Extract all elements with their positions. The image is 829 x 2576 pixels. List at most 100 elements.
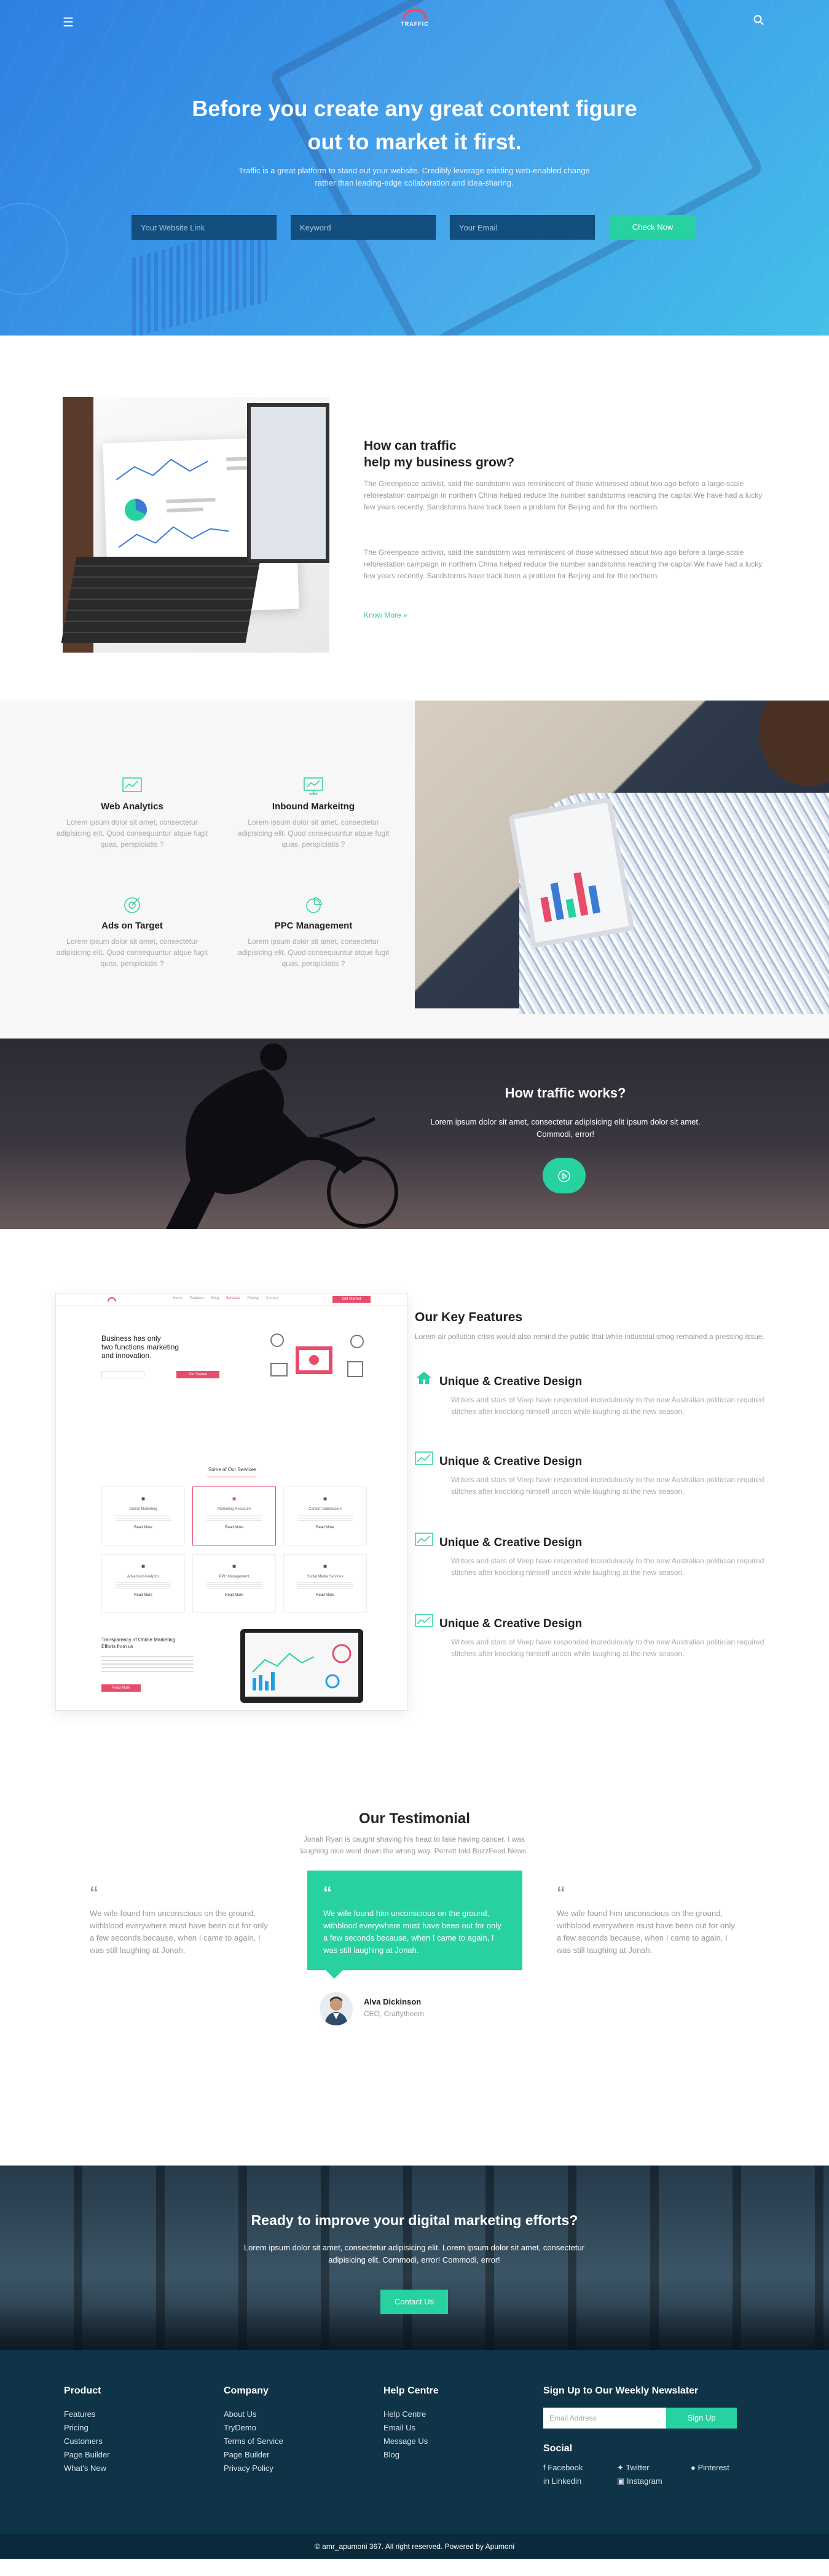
keyword-input[interactable]: Keyword	[291, 215, 436, 240]
footer-link[interactable]: Pricing	[64, 2421, 109, 2435]
chart-area-icon	[415, 1533, 439, 1550]
footer-heading: Company	[224, 2386, 269, 2396]
quote-icon: “	[323, 1883, 332, 1902]
service-text: Lorem ipsum dolor sit amet, consectetur …	[237, 818, 390, 849]
testimonial-intro: Jonah Ryan is caught shaving his head to…	[300, 1835, 528, 1855]
hero-title: Before you create any great content figu…	[192, 96, 637, 154]
social-facebook[interactable]: f Facebook	[543, 2463, 583, 2472]
mockup-hero-title: Business has only two functions marketing…	[101, 1334, 179, 1360]
cta-title: Ready to improve your digital marketing …	[251, 2212, 578, 2228]
chart-area-icon	[415, 1451, 439, 1469]
check-now-button[interactable]: Check Now	[609, 215, 696, 240]
sign-up-button[interactable]: Sign Up	[666, 2408, 737, 2429]
logo[interactable]: TRAFFIC	[393, 9, 436, 27]
card-pointer	[326, 1970, 343, 1979]
website-input[interactable]: Your Website Link	[132, 215, 277, 240]
mockup-service-card: ■ Content Submission Read More	[283, 1486, 367, 1545]
feature-item: Unique & Creative Design Writers and star…	[415, 1533, 784, 1579]
pinterest-icon: ●	[691, 2463, 696, 2472]
testimonial-name: Alva Dickinson	[364, 1997, 422, 2006]
footer-link[interactable]: Page Builder	[224, 2448, 283, 2462]
service-inbound-marketing[interactable]: Inbound Markeitng Lorem ipsum dolor sit …	[237, 777, 390, 850]
service-title: Inbound Markeitng	[272, 801, 355, 812]
email-input[interactable]: Your Email	[450, 215, 595, 240]
search-icon[interactable]	[753, 15, 764, 29]
service-title: Web Analytics	[101, 801, 163, 812]
instagram-icon: ▣	[617, 2476, 625, 2486]
feature-item: Unique & Creative Design Writers and star…	[415, 1614, 784, 1660]
keyboard-graphic	[61, 557, 261, 643]
feature-title: Unique & Creative Design	[439, 1536, 583, 1549]
mockup-logo-icon	[108, 1297, 116, 1302]
testimonial-title: Our Testimonial	[359, 1810, 470, 1827]
features-intro: Lorem air pollution crisis would also re…	[415, 1332, 764, 1341]
social-pinterest[interactable]: ● Pinterest	[691, 2463, 729, 2472]
footer-link[interactable]: Privacy Policy	[224, 2462, 283, 2475]
testimonial-card-2: “ We wife found him unconscious on the g…	[307, 1871, 522, 1979]
footer-heading: Help Centre	[383, 2386, 439, 2396]
grow-section: How can traffic help my business grow? Th…	[0, 336, 829, 701]
newsletter-email-input[interactable]: Email Address	[543, 2408, 666, 2429]
mockup-service-card: ■ Social Media Services Read More	[283, 1554, 367, 1613]
testimonial-section: Our Testimonial Jonah Ryan is caught sha…	[0, 1770, 829, 2166]
hamburger-icon[interactable]: ☰	[63, 15, 74, 30]
feature-text: Writers and stars of Veep have responded…	[451, 1475, 764, 1496]
features-title: Our Key Features	[415, 1310, 523, 1324]
hero-subtitle: Traffic is a great platform to stand out…	[238, 166, 590, 187]
know-more-link[interactable]: Know More »	[364, 611, 407, 619]
play-button[interactable]	[543, 1158, 586, 1193]
facebook-icon: f	[543, 2463, 546, 2472]
mockup-input	[101, 1371, 144, 1378]
footer-newsletter-column: Sign Up to Our Weekly Newslater	[543, 2386, 698, 2408]
quote-icon: “	[90, 1883, 98, 1902]
service-title: Ads on Target	[101, 921, 163, 931]
tablet-photo	[415, 701, 829, 1014]
footer-link[interactable]: Message Us	[383, 2435, 439, 2448]
service-ads-on-target[interactable]: Ads on Target Lorem ipsum dolor sit amet…	[55, 896, 209, 969]
social-twitter[interactable]: ✦ Twitter	[617, 2463, 650, 2473]
footer-link[interactable]: Email Us	[383, 2421, 439, 2435]
footer-product-column: Product Features Pricing Customers Page …	[64, 2386, 109, 2475]
website-mockup: Home Features Blog Services Pricing Cont…	[55, 1293, 409, 1711]
footer-link[interactable]: Customers	[64, 2435, 109, 2448]
mockup-nav-links: Home Features Blog Services Pricing Cont…	[173, 1297, 279, 1300]
mockup-bottom-title: Transparency of Online Marketing Efforts …	[101, 1637, 176, 1649]
testimonial-card-3: “ We wife found him unconscious on the g…	[541, 1871, 756, 1970]
service-text: Lorem ipsum dolor sit amet, consectetur …	[56, 818, 208, 849]
footer: Product Features Pricing Customers Page …	[0, 2350, 829, 2559]
testimonial-quote: We wife found him unconscious on the gro…	[90, 1909, 268, 1955]
service-ppc-management[interactable]: PPC Management Lorem ipsum dolor sit ame…	[237, 896, 390, 969]
laptop-graphic	[247, 403, 329, 563]
feature-title: Unique & Creative Design	[439, 1375, 583, 1388]
footer-help-column: Help Centre Help Centre Email Us Message…	[383, 2386, 439, 2462]
mockup-service-card: ■ Marketing Research Read More	[192, 1486, 276, 1545]
mockup-service-card: ■ Online Marketing Read More	[101, 1486, 185, 1545]
footer-link[interactable]: Features	[64, 2408, 109, 2421]
play-icon	[558, 1168, 570, 1183]
contact-us-button[interactable]: Contact Us	[380, 2290, 448, 2314]
hero-section: ☰ TRAFFIC Before you create any great co…	[0, 0, 829, 336]
footer-link[interactable]: About Us	[224, 2408, 283, 2421]
footer-link[interactable]: Help Centre	[383, 2408, 439, 2421]
mockup-service-card: ■ PPC Management Read More	[192, 1554, 276, 1613]
target-icon	[55, 896, 209, 914]
mockup-service-card: ■ Advanced Analytics Read More	[101, 1554, 185, 1613]
linkedin-icon: in	[543, 2476, 550, 2486]
how-it-works-section: How traffic works? Lorem ipsum dolor sit…	[0, 1039, 829, 1229]
footer-link[interactable]: What's New	[64, 2462, 109, 2475]
cta-text: Lorem ipsum dolor sit amet, consectetur …	[243, 2243, 585, 2264]
person-head	[759, 701, 829, 787]
social-linkedin[interactable]: in Linkedin	[543, 2476, 581, 2486]
footer-link[interactable]: Page Builder	[64, 2448, 109, 2462]
grow-paragraph-2: The Greenpeace activist, said the sandst…	[364, 548, 763, 580]
footer-link[interactable]: TryDemo	[224, 2421, 283, 2435]
business-photo	[61, 397, 329, 653]
avatar	[320, 1992, 353, 2025]
social-instagram[interactable]: ▣ Instagram	[617, 2476, 662, 2486]
logo-arc-icon	[403, 9, 427, 20]
mockup-hero-button: Get Started	[176, 1371, 219, 1378]
footer-link[interactable]: Blog	[383, 2448, 439, 2462]
footer-link[interactable]: Terms of Service	[224, 2435, 283, 2448]
service-text: Lorem ipsum dolor sit amet, consectetur …	[56, 937, 208, 968]
service-web-analytics[interactable]: Web Analytics Lorem ipsum dolor sit amet…	[55, 777, 209, 850]
